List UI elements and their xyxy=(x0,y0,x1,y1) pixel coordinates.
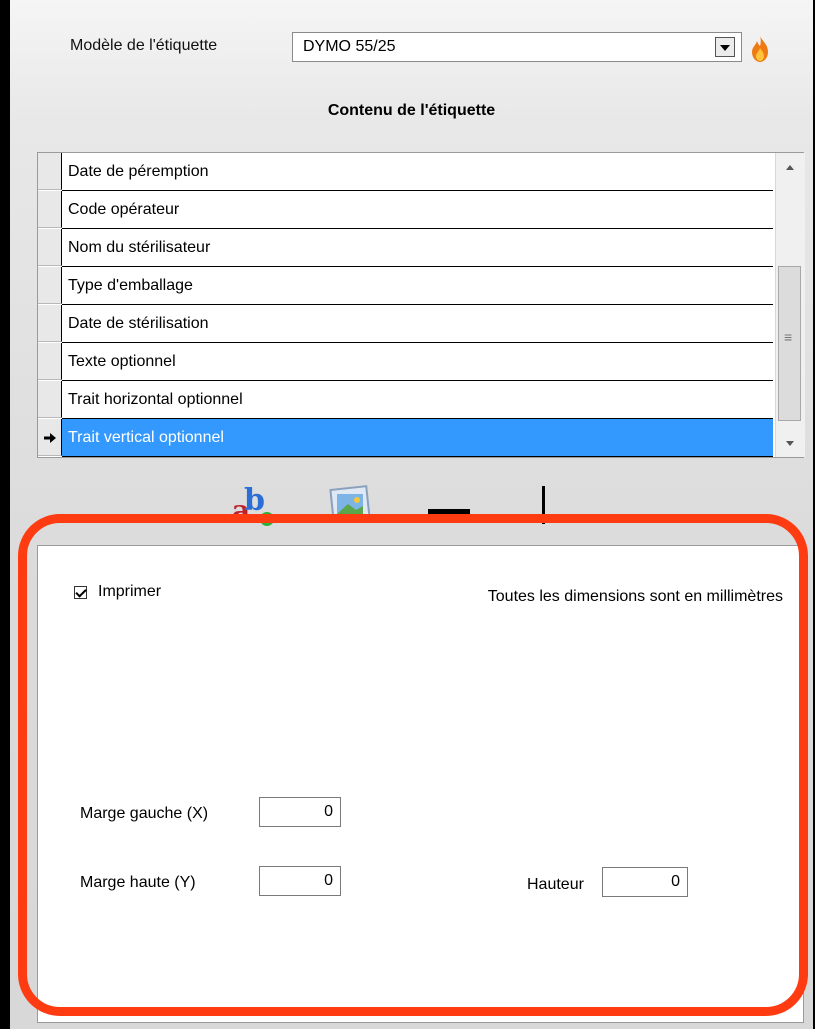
model-select-value: DYMO 55/25 xyxy=(303,38,396,55)
horizontal-line-icon[interactable] xyxy=(425,480,473,530)
height-label: Hauteur xyxy=(527,876,584,893)
grid-scrollbar[interactable] xyxy=(775,153,805,457)
model-label: Modèle de l'étiquette xyxy=(70,37,218,54)
grid-row[interactable]: Type d'emballage xyxy=(38,267,773,305)
grid-cell-label[interactable]: Nom du stérilisateur xyxy=(62,229,773,267)
row-header[interactable] xyxy=(38,419,62,456)
height-input[interactable]: 0 xyxy=(602,867,688,897)
grid-row[interactable]: Code opérateur xyxy=(38,191,773,229)
properties-panel: Imprimer Toutes les dimensions sont en m… xyxy=(37,545,804,1023)
grid-cell-label[interactable]: Date de stérilisation xyxy=(62,305,773,343)
flame-icon[interactable] xyxy=(748,35,772,63)
margin-top-input[interactable]: 0 xyxy=(259,866,341,896)
svg-text:b: b xyxy=(244,483,265,518)
print-checkbox[interactable] xyxy=(74,586,87,599)
model-select[interactable]: DYMO 55/25 xyxy=(292,32,742,62)
row-header[interactable] xyxy=(38,381,62,418)
row-header[interactable] xyxy=(38,267,62,304)
scroll-up-icon[interactable] xyxy=(776,153,805,181)
grid-row[interactable]: Trait vertical optionnel xyxy=(38,419,773,457)
grid-cell-label[interactable]: Code opérateur xyxy=(62,191,773,229)
grid-cell-label[interactable]: Trait horizontal optionnel xyxy=(62,381,773,419)
scroll-down-icon[interactable] xyxy=(776,429,805,457)
grid-row[interactable]: Nom du stérilisateur xyxy=(38,229,773,267)
section-title: Contenu de l'étiquette xyxy=(327,102,496,119)
grid-cell-label[interactable]: Type d'emballage xyxy=(62,267,773,305)
row-header[interactable] xyxy=(38,191,62,228)
chevron-down-icon[interactable] xyxy=(715,37,735,57)
row-header[interactable] xyxy=(38,229,62,266)
image-icon[interactable] xyxy=(328,480,376,530)
margin-top-label: Marge haute (Y) xyxy=(80,874,196,891)
grid-cell-label[interactable]: Texte optionnel xyxy=(62,343,773,381)
row-header[interactable] xyxy=(38,153,62,190)
label-content-grid[interactable]: Date de péremption Code opérateur Nom du s… xyxy=(37,152,805,458)
vertical-line-icon[interactable] xyxy=(520,480,568,530)
row-header[interactable] xyxy=(38,305,62,342)
text-abc-icon[interactable]: a b xyxy=(230,480,278,530)
grid-cell-label[interactable]: Trait vertical optionnel xyxy=(62,419,773,457)
grid-cell-label[interactable]: Date de péremption xyxy=(62,153,773,191)
margin-left-label: Marge gauche (X) xyxy=(80,805,209,822)
units-note: Toutes les dimensions sont en millimètre… xyxy=(487,588,783,605)
grid-row[interactable]: Date de péremption xyxy=(38,153,773,191)
grid-row[interactable]: Date de stérilisation xyxy=(38,305,773,343)
grid-row[interactable]: Trait horizontal optionnel xyxy=(38,381,773,419)
scroll-thumb[interactable] xyxy=(778,266,801,421)
current-row-arrow-icon xyxy=(44,433,56,443)
grid-row[interactable]: Texte optionnel xyxy=(38,343,773,381)
margin-left-input[interactable]: 0 xyxy=(259,797,341,827)
print-label: Imprimer xyxy=(98,583,162,600)
row-header[interactable] xyxy=(38,343,62,380)
label-editor-window: Modèle de l'étiquette DYMO 55/25 Contenu… xyxy=(10,0,813,1029)
